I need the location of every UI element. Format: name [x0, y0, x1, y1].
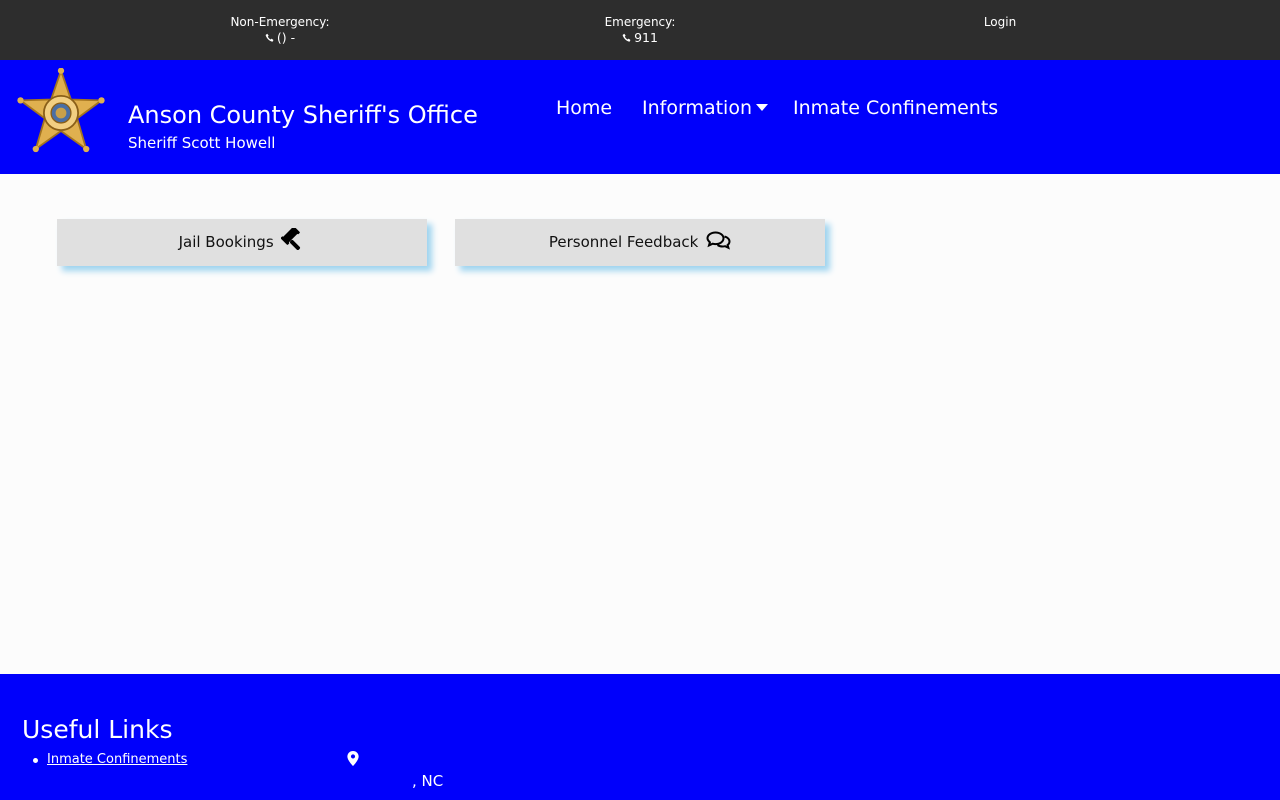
emergency-value: 911: [634, 30, 658, 45]
site-subtitle: Sheriff Scott Howell: [128, 134, 276, 152]
site-header: Anson County Sheriff's Office Sheriff Sc…: [0, 60, 1280, 174]
footer-link-inmate-confinements[interactable]: Inmate Confinements: [47, 752, 187, 767]
nav-information-label: Information: [642, 97, 752, 119]
map-marker-icon: [347, 751, 359, 766]
personnel-feedback-button[interactable]: Personnel Feedback: [455, 219, 825, 266]
emergency-contact: Emergency: 911: [580, 14, 700, 46]
jail-bookings-button[interactable]: Jail Bookings: [57, 219, 427, 266]
emergency-number[interactable]: 911: [580, 30, 700, 46]
site-footer: Useful Links Inmate Confinements , NC: [0, 674, 1280, 800]
phone-icon: [622, 33, 631, 42]
site-title[interactable]: Anson County Sheriff's Office: [128, 100, 478, 130]
list-item: Inmate Confinements: [32, 751, 187, 769]
phone-icon: [265, 33, 274, 42]
gavel-icon: [281, 228, 301, 250]
non-emergency-value: () -: [276, 30, 296, 45]
emergency-label: Emergency:: [604, 15, 676, 29]
nav-home[interactable]: Home: [556, 94, 612, 122]
jail-bookings-label: Jail Bookings: [178, 233, 274, 251]
top-contact-bar: Non-Emergency: () - Emergency: 911 Login: [0, 0, 1280, 60]
useful-links-list: Inmate Confinements: [32, 751, 187, 769]
non-emergency-contact: Non-Emergency: () -: [200, 14, 360, 46]
caret-down-icon: [755, 104, 768, 111]
non-emergency-number[interactable]: () -: [200, 30, 360, 46]
comments-icon: [706, 231, 731, 250]
sheriff-star-badge-icon[interactable]: [14, 68, 108, 158]
personnel-feedback-label: Personnel Feedback: [548, 233, 699, 251]
nav-inmate-confinements[interactable]: Inmate Confinements: [793, 94, 998, 122]
nav-information[interactable]: Information: [642, 94, 768, 122]
useful-links-heading: Useful Links: [22, 715, 173, 744]
footer-address: , NC: [412, 772, 444, 790]
login-link[interactable]: Login: [960, 14, 1040, 30]
non-emergency-label: Non-Emergency:: [230, 15, 330, 29]
